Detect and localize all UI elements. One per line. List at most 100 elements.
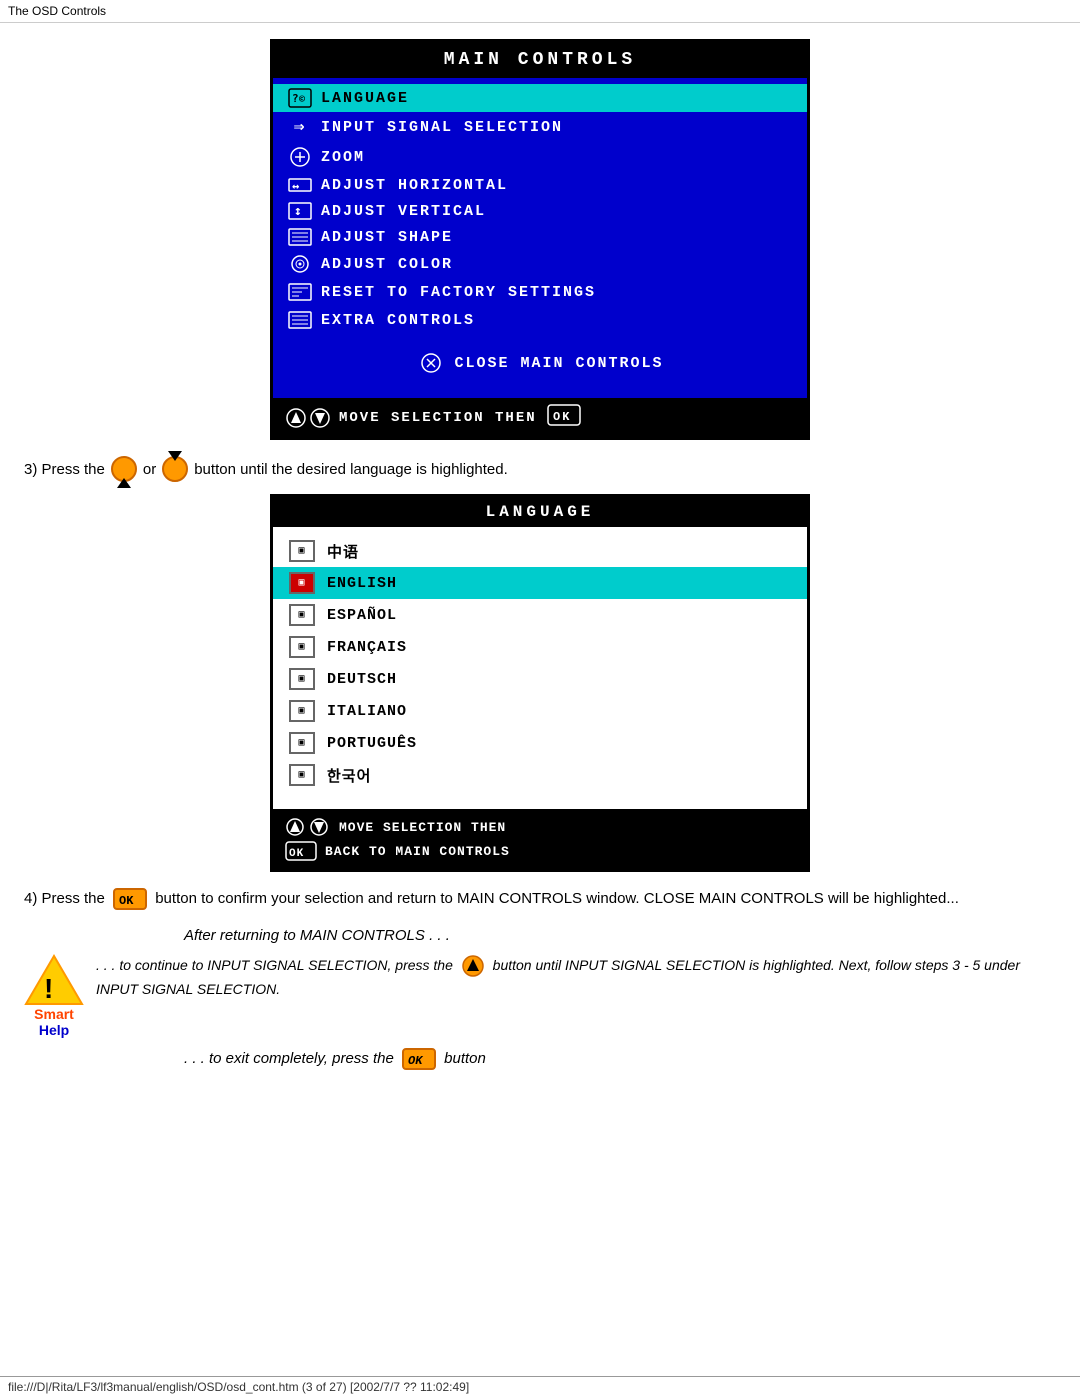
bottom-bar-label: file:///D|/Rita/LF3/lf3manual/english/OS… (8, 1380, 469, 1394)
ok-button-inline-4[interactable]: OK (113, 888, 147, 910)
svg-text:!: ! (44, 973, 53, 1004)
instruction-3-text2: or (143, 461, 156, 478)
help-label: Help (39, 1022, 69, 1038)
lang-icon-korean: ▣ (289, 764, 315, 786)
top-bar: The OSD Controls (0, 0, 1080, 23)
osd-footer: MOVE SELECTION THEN OK (273, 398, 807, 437)
lang-label-chinese: 中语 (327, 541, 359, 562)
osd-shape-label: ADJUST SHAPE (321, 229, 453, 246)
up-arrow-icon (117, 461, 131, 478)
lang-item-english[interactable]: ▣ ENGLISH (273, 567, 807, 599)
lang-label-deutsch: DEUTSCH (327, 671, 397, 688)
osd-vertical-label: ADJUST VERTICAL (321, 203, 486, 220)
lang-item-italiano[interactable]: ▣ ITALIANO (273, 695, 807, 727)
lang-item-espanol[interactable]: ▣ ESPAÑOL (273, 599, 807, 631)
svg-text:OK: OK (408, 1054, 424, 1068)
osd-footer-label: MOVE SELECTION THEN (339, 410, 537, 426)
lang-footer-row2: OK BACK TO MAIN CONTROLS (285, 839, 795, 863)
osd-language-label: LANGUAGE (321, 90, 409, 107)
lang-item-francais[interactable]: ▣ FRANÇAIS (273, 631, 807, 663)
lang-icon-english: ▣ (289, 572, 315, 594)
vertical-icon: ↕ (285, 202, 315, 220)
osd-item-vertical[interactable]: ↕ ADJUST VERTICAL (273, 198, 807, 224)
exit-text1: . . . to exit completely, press the (184, 1049, 394, 1066)
lang-icon-chinese: ▣ (289, 540, 315, 562)
osd-item-shape[interactable]: ADJUST SHAPE (273, 224, 807, 250)
osd-zoom-label: ZOOM (321, 149, 365, 166)
ok-button-exit[interactable]: OK (402, 1048, 436, 1070)
lang-label-portugues: PORTUGUÊS (327, 735, 417, 752)
up-button-1[interactable] (111, 456, 137, 482)
language-title: LANGUAGE (273, 497, 807, 527)
lang-label-italiano: ITALIANO (327, 703, 407, 720)
language-box: LANGUAGE ▣ 中语 ▣ ENGLISH ▣ ESPAÑOL ▣ FRAN… (270, 494, 810, 872)
lang-item-korean[interactable]: ▣ 한국어 (273, 759, 807, 791)
lang-spacer (273, 791, 807, 801)
smart-label: Smart (34, 1006, 74, 1022)
lang-item-portugues[interactable]: ▣ PORTUGUÊS (273, 727, 807, 759)
lang-icon-italiano: ▣ (289, 700, 315, 722)
svg-text:OK: OK (289, 848, 304, 860)
osd-color-label: ADJUST COLOR (321, 256, 453, 273)
page-content: MAIN CONTROLS ? © LANGUAGE ⇒ INPUT SIGNA… (0, 23, 1080, 1126)
osd-close-label: CLOSE MAIN CONTROLS (454, 355, 663, 372)
smart-help-text: . . . to continue to INPUT SIGNAL SELECT… (96, 954, 1056, 1009)
osd-item-input[interactable]: ⇒ INPUT SIGNAL SELECTION (273, 112, 807, 142)
reset-icon (285, 282, 315, 302)
lang-icon-portugues: ▣ (289, 732, 315, 754)
instruction-3-text1: 3) Press the (24, 461, 105, 478)
lang-item-chinese[interactable]: ▣ 中语 (273, 535, 807, 567)
language-icon: ? © (285, 88, 315, 108)
shape-icon (285, 228, 315, 246)
lang-footer: MOVE SELECTION THEN OK BACK TO MAIN CONT… (273, 809, 807, 869)
lang-label-english: ENGLISH (327, 575, 397, 592)
horizontal-icon: ↔ (285, 176, 315, 194)
lang-label-francais: FRANÇAIS (327, 639, 407, 656)
instruction-4: 4) Press the OK button to confirm your s… (24, 888, 1056, 911)
smart-help-row: ! Smart Help . . . to continue to INPUT … (24, 954, 1056, 1038)
osd-item-horizontal[interactable]: ↔ ADJUST HORIZONTAL (273, 172, 807, 198)
svg-text:OK: OK (553, 410, 571, 424)
main-controls-box: MAIN CONTROLS ? © LANGUAGE ⇒ INPUT SIGNA… (270, 39, 810, 440)
svg-text:↕: ↕ (294, 204, 304, 219)
osd-item-extra[interactable]: EXTRA CONTROLS (273, 306, 807, 334)
osd-item-zoom[interactable]: ZOOM (273, 142, 807, 172)
smart-help-section: After returning to MAIN CONTROLS . . . !… (24, 927, 1056, 1070)
smart-text1: . . . to continue to INPUT SIGNAL SELECT… (96, 957, 453, 973)
down-arrow-icon (168, 461, 182, 478)
warning-triangle-icon: ! (24, 954, 84, 1006)
osd-item-reset[interactable]: RESET TO FACTORY SETTINGS (273, 278, 807, 306)
osd-close-row[interactable]: CLOSE MAIN CONTROLS (273, 342, 807, 384)
top-bar-label: The OSD Controls (8, 4, 106, 18)
smart-help-para1: . . . to continue to INPUT SIGNAL SELECT… (96, 954, 1056, 1001)
osd-horizontal-label: ADJUST HORIZONTAL (321, 177, 508, 194)
warning-icon-block: ! Smart Help (24, 954, 84, 1038)
svg-text:©: © (299, 94, 307, 105)
osd-item-color[interactable]: ADJUST COLOR (273, 250, 807, 278)
input-icon: ⇒ (285, 116, 315, 138)
up-button-smart[interactable] (461, 954, 485, 978)
instruction-3-text3: button until the desired language is hig… (194, 461, 508, 478)
lang-items-list: ▣ 中语 ▣ ENGLISH ▣ ESPAÑOL ▣ FRANÇAIS ▣ DE (273, 527, 807, 809)
after-returning-text: After returning to MAIN CONTROLS . . . (24, 927, 1056, 944)
lang-footer-label1: MOVE SELECTION THEN (339, 820, 506, 835)
spacer1 (273, 334, 807, 342)
lang-footer-label2: BACK TO MAIN CONTROLS (325, 844, 510, 859)
osd-extra-label: EXTRA CONTROLS (321, 312, 475, 329)
exit-text2: button (444, 1049, 486, 1066)
instruction-4-text2: button to confirm your selection and ret… (155, 890, 959, 907)
lang-icon-deutsch: ▣ (289, 668, 315, 690)
color-icon (285, 254, 315, 274)
svg-text:↔: ↔ (292, 179, 301, 193)
osd-items-list: ? © LANGUAGE ⇒ INPUT SIGNAL SELECTION (273, 78, 807, 398)
down-button-1[interactable] (162, 456, 188, 482)
osd-reset-label: RESET TO FACTORY SETTINGS (321, 284, 596, 301)
instruction-3: 3) Press the or button until the desired… (24, 456, 1056, 482)
osd-input-label: INPUT SIGNAL SELECTION (321, 119, 563, 136)
lang-icon-francais: ▣ (289, 636, 315, 658)
lang-label-korean: 한국어 (327, 765, 371, 786)
svg-text:OK: OK (119, 894, 134, 908)
osd-item-language[interactable]: ? © LANGUAGE (273, 84, 807, 112)
exit-text: . . . to exit completely, press the OK b… (24, 1048, 1056, 1070)
lang-item-deutsch[interactable]: ▣ DEUTSCH (273, 663, 807, 695)
